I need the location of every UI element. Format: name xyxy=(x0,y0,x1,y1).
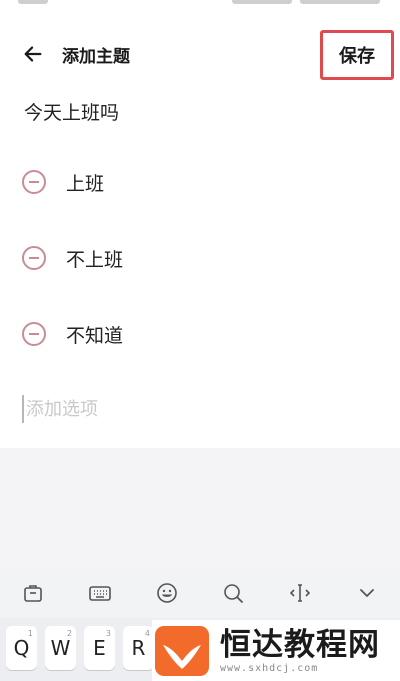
keyboard-switch-button[interactable] xyxy=(67,568,134,618)
chevron-down-icon xyxy=(359,589,374,597)
watermark: 恒达教程网 www.sxhdcj.com xyxy=(152,620,400,681)
option-label[interactable]: 上班 xyxy=(66,169,104,196)
arrow-left-icon xyxy=(24,46,42,62)
page-title: 添加主题 xyxy=(62,47,130,67)
key-label: Q xyxy=(13,636,30,660)
remove-circle-icon[interactable] xyxy=(22,322,46,346)
keyboard-toolbar xyxy=(0,568,400,618)
save-button[interactable]: 保存 xyxy=(320,30,394,80)
cursor-move-button[interactable] xyxy=(267,568,334,618)
key-w[interactable]: W 2 xyxy=(45,626,76,670)
option-label[interactable]: 不上班 xyxy=(66,245,123,272)
status-indicator xyxy=(232,0,292,4)
hide-keyboard-button[interactable] xyxy=(333,568,400,618)
add-option-row xyxy=(22,394,226,424)
status-bar xyxy=(0,0,400,10)
emoji-icon xyxy=(156,583,177,603)
back-button[interactable] xyxy=(18,40,48,68)
option-label[interactable]: 不知道 xyxy=(66,321,123,348)
option-item: 不上班 xyxy=(22,242,123,274)
watermark-url: www.sxhdcj.com xyxy=(220,663,319,674)
status-indicator xyxy=(18,0,48,4)
key-label: W xyxy=(50,636,71,660)
remove-circle-icon[interactable] xyxy=(22,246,46,270)
watermark-title: 恒达教程网 xyxy=(220,627,380,663)
remove-circle-icon[interactable] xyxy=(22,170,46,194)
topic-question[interactable]: 今天上班吗 xyxy=(24,98,119,125)
status-indicator xyxy=(300,0,380,4)
keyboard-suggestion-area xyxy=(0,448,400,568)
option-item: 不知道 xyxy=(22,318,123,350)
site-logo-icon xyxy=(155,625,209,676)
keyboard-icon xyxy=(89,586,111,601)
key-q[interactable]: Q 1 xyxy=(6,626,37,670)
option-item: 上班 xyxy=(22,166,104,198)
header: 添加主题 保存 xyxy=(0,28,400,80)
search-icon xyxy=(224,584,244,603)
cursor-move-icon xyxy=(289,584,311,602)
add-option-input[interactable] xyxy=(26,398,226,420)
key-e[interactable]: E 3 xyxy=(84,626,115,670)
key-hint: 4 xyxy=(144,629,150,638)
key-label: E xyxy=(93,636,106,660)
key-hint: 3 xyxy=(105,629,111,638)
key-label: R xyxy=(131,636,146,660)
text-cursor xyxy=(22,395,24,423)
key-hint: 2 xyxy=(66,629,72,638)
key-hint: 1 xyxy=(27,629,33,638)
search-button[interactable] xyxy=(200,568,267,618)
clipboard-button[interactable] xyxy=(0,568,67,618)
key-r[interactable]: R 4 xyxy=(123,626,154,670)
emoji-button[interactable] xyxy=(133,568,200,618)
clipboard-icon xyxy=(24,585,43,602)
